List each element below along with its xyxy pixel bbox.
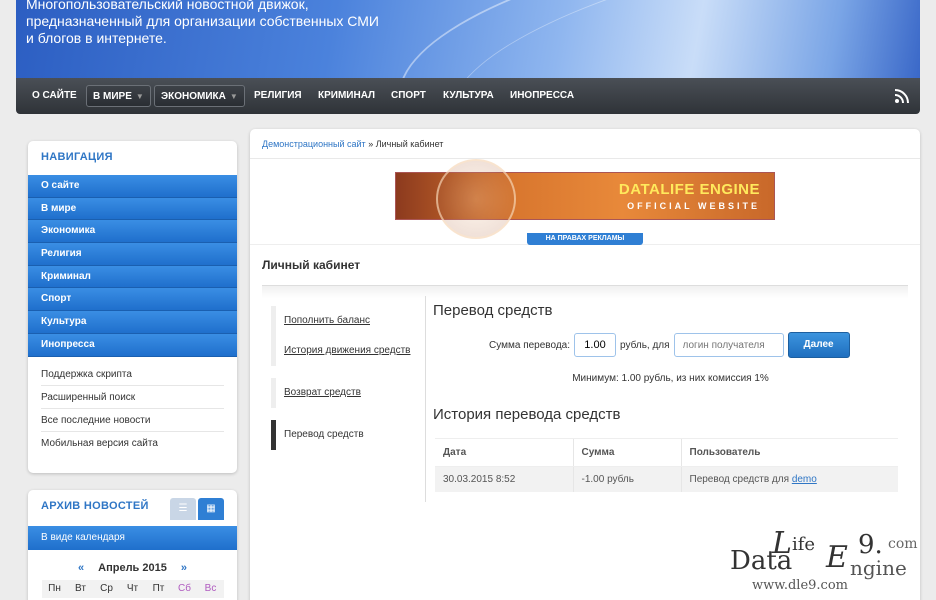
column-amount: Сумма <box>572 438 681 467</box>
next-button[interactable]: Далее <box>787 332 850 358</box>
support-link[interactable]: Поддержка скрипта <box>41 363 224 386</box>
cabinet-menu: Пополнить баланс История движения средст… <box>271 306 411 462</box>
ad-banner[interactable]: DATALIFE ENGINE OFFICIAL WEBSITE <box>395 159 775 239</box>
prev-month-button[interactable]: « <box>78 562 84 574</box>
user-prefix: Перевод средств для <box>689 474 790 485</box>
watermark-url: www.dle9.com <box>752 578 848 593</box>
panel-shadow <box>262 286 908 298</box>
table-row: 30.03.2015 8:52 -1.00 рубль Перевод сред… <box>435 466 898 492</box>
minimum-note: Минимум: 1.00 рубль, из них комиссия 1% <box>572 373 769 384</box>
transfer-heading: Перевод средств <box>433 302 553 319</box>
topnav-item-world[interactable]: В МИРЕ ▼ <box>86 85 151 107</box>
column-date: Дата <box>435 438 573 467</box>
banner-subtitle: OFFICIAL WEBSITE <box>627 201 760 211</box>
navigation-list: О сайте В мире Экономика Религия Кримина… <box>28 175 237 357</box>
sidebar-item-sport[interactable]: Спорт <box>28 288 237 312</box>
cabinet-panel: Пополнить баланс История движения средст… <box>262 285 908 502</box>
column-user: Пользователь <box>680 438 898 467</box>
cabinet-menu-group: Перевод средств <box>271 420 411 450</box>
cell-user: Перевод средств для demo <box>680 466 898 492</box>
advanced-search-link[interactable]: Расширенный поиск <box>41 386 224 409</box>
cell-amount: -1.00 рубль <box>572 466 681 492</box>
ad-label: НА ПРАВАХ РЕКЛАМЫ <box>527 233 643 245</box>
calendar-month: Апрель 2015 <box>98 562 167 574</box>
topnav-item-economy[interactable]: ЭКОНОМИКА ▼ <box>154 85 245 107</box>
weekday: Пт <box>145 580 172 598</box>
topnav-item-crime[interactable]: КРИМИНАЛ <box>312 85 381 107</box>
weekday: Чт <box>119 580 146 598</box>
topnav-item-religion[interactable]: РЕЛИГИЯ <box>248 85 308 107</box>
chevron-down-icon: ▼ <box>229 92 238 101</box>
user-link[interactable]: demo <box>792 474 817 485</box>
topnav-item-sport[interactable]: СПОРТ <box>385 85 432 107</box>
topnav-item-inopressa[interactable]: ИНОПРЕССА <box>504 85 580 107</box>
mobile-version-link[interactable]: Мобильная версия сайта <box>41 432 224 455</box>
support-links: Поддержка скрипта Расширенный поиск Все … <box>28 357 237 455</box>
transfer-link[interactable]: Перевод средств <box>284 420 411 450</box>
topnav-label: В МИРЕ <box>93 91 132 102</box>
breadcrumb-current: Личный кабинет <box>375 139 444 149</box>
sidebar-item-inopressa[interactable]: Инопресса <box>28 333 237 357</box>
watermark-ngine: ngine <box>850 556 907 580</box>
calendar-view-tab[interactable]: В виде календаря <box>28 526 237 550</box>
breadcrumb: Демонстрационный сайт » Личный кабинет <box>250 129 920 159</box>
globe-icon <box>436 159 516 239</box>
weekday: Сб <box>171 580 198 598</box>
breadcrumb-home-link[interactable]: Демонстрационный сайт <box>262 139 366 149</box>
watermark-com: com <box>888 536 918 552</box>
rss-icon[interactable] <box>894 88 910 104</box>
sidebar-item-about[interactable]: О сайте <box>28 175 237 198</box>
watermark-letter-e: E <box>826 540 848 575</box>
sidebar-item-culture[interactable]: Культура <box>28 311 237 334</box>
cabinet-menu-group: Возврат средств <box>271 378 411 408</box>
table-header-row: Дата Сумма Пользователь <box>435 438 898 467</box>
archive-box: АРХИВ НОВОСТЕЙ ☰ ▦ В виде календаря « Апр… <box>28 490 237 600</box>
list-view-icon[interactable]: ☰ <box>170 498 196 520</box>
site-description: Многопользовательский новостной движок, … <box>26 0 379 46</box>
history-table: Дата Сумма Пользователь 30.03.2015 8:52 … <box>435 438 898 492</box>
rss-icon-graphic <box>894 89 909 104</box>
divider <box>425 296 426 502</box>
weekday: Ср <box>93 580 120 598</box>
cabinet-menu-group: Пополнить баланс История движения средст… <box>271 306 411 366</box>
navigation-box: НАВИГАЦИЯ О сайте В мире Экономика Религ… <box>28 141 237 473</box>
topnav-label: ЭКОНОМИКА <box>161 91 226 102</box>
chevron-down-icon: ▼ <box>135 92 144 101</box>
weekday: Пн <box>41 580 68 598</box>
currency-label: рубль, для <box>620 339 670 351</box>
recipient-login-input[interactable] <box>673 333 784 357</box>
sidebar-item-world[interactable]: В мире <box>28 197 237 221</box>
sidebar-item-religion[interactable]: Религия <box>28 243 237 266</box>
grid-view-icon[interactable]: ▦ <box>198 498 224 520</box>
top-navigation: О САЙТЕ В МИРЕ ▼ ЭКОНОМИКА ▼ РЕЛИГИЯ КРИМИ… <box>16 78 920 114</box>
topnav-item-about[interactable]: О САЙТЕ <box>26 85 83 107</box>
sidebar-item-crime[interactable]: Криминал <box>28 265 237 289</box>
topnav-item-culture[interactable]: КУЛЬТУРА <box>437 85 500 107</box>
navigation-title: НАВИГАЦИЯ <box>41 151 113 163</box>
watermark-logo: L ife E 9. com Data ngine www.dle9.com <box>730 526 930 600</box>
site-header: Многопользовательский новостной движок, … <box>16 0 920 78</box>
next-month-button[interactable]: » <box>181 562 187 574</box>
breadcrumb-separator: » <box>365 139 376 149</box>
cell-date: 30.03.2015 8:52 <box>435 466 573 492</box>
calendar-weekdays: Пн Вт Ср Чт Пт Сб Вс <box>28 580 237 598</box>
transfer-form: Сумма перевода: рубль, для Далее <box>489 332 850 358</box>
banner-title: DATALIFE ENGINE <box>618 181 760 198</box>
calendar-header: « Апрель 2015 » <box>28 562 237 574</box>
amount-label: Сумма перевода: <box>489 339 571 351</box>
archive-title: АРХИВ НОВОСТЕЙ <box>41 500 149 512</box>
watermark-text: ife <box>792 534 816 555</box>
history-heading: История перевода средств <box>433 406 621 423</box>
latest-news-link[interactable]: Все последние новости <box>41 409 224 432</box>
watermark-data: Data <box>730 546 793 576</box>
weekday: Вс <box>197 580 224 598</box>
amount-input[interactable] <box>574 333 617 357</box>
refund-link[interactable]: Возврат средств <box>284 378 411 408</box>
sidebar-item-economy[interactable]: Экономика <box>28 220 237 244</box>
topup-balance-link[interactable]: Пополнить баланс <box>284 306 411 336</box>
weekday: Вт <box>67 580 94 598</box>
page-title: Личный кабинет <box>262 258 361 272</box>
transactions-history-link[interactable]: История движения средств <box>284 336 411 366</box>
